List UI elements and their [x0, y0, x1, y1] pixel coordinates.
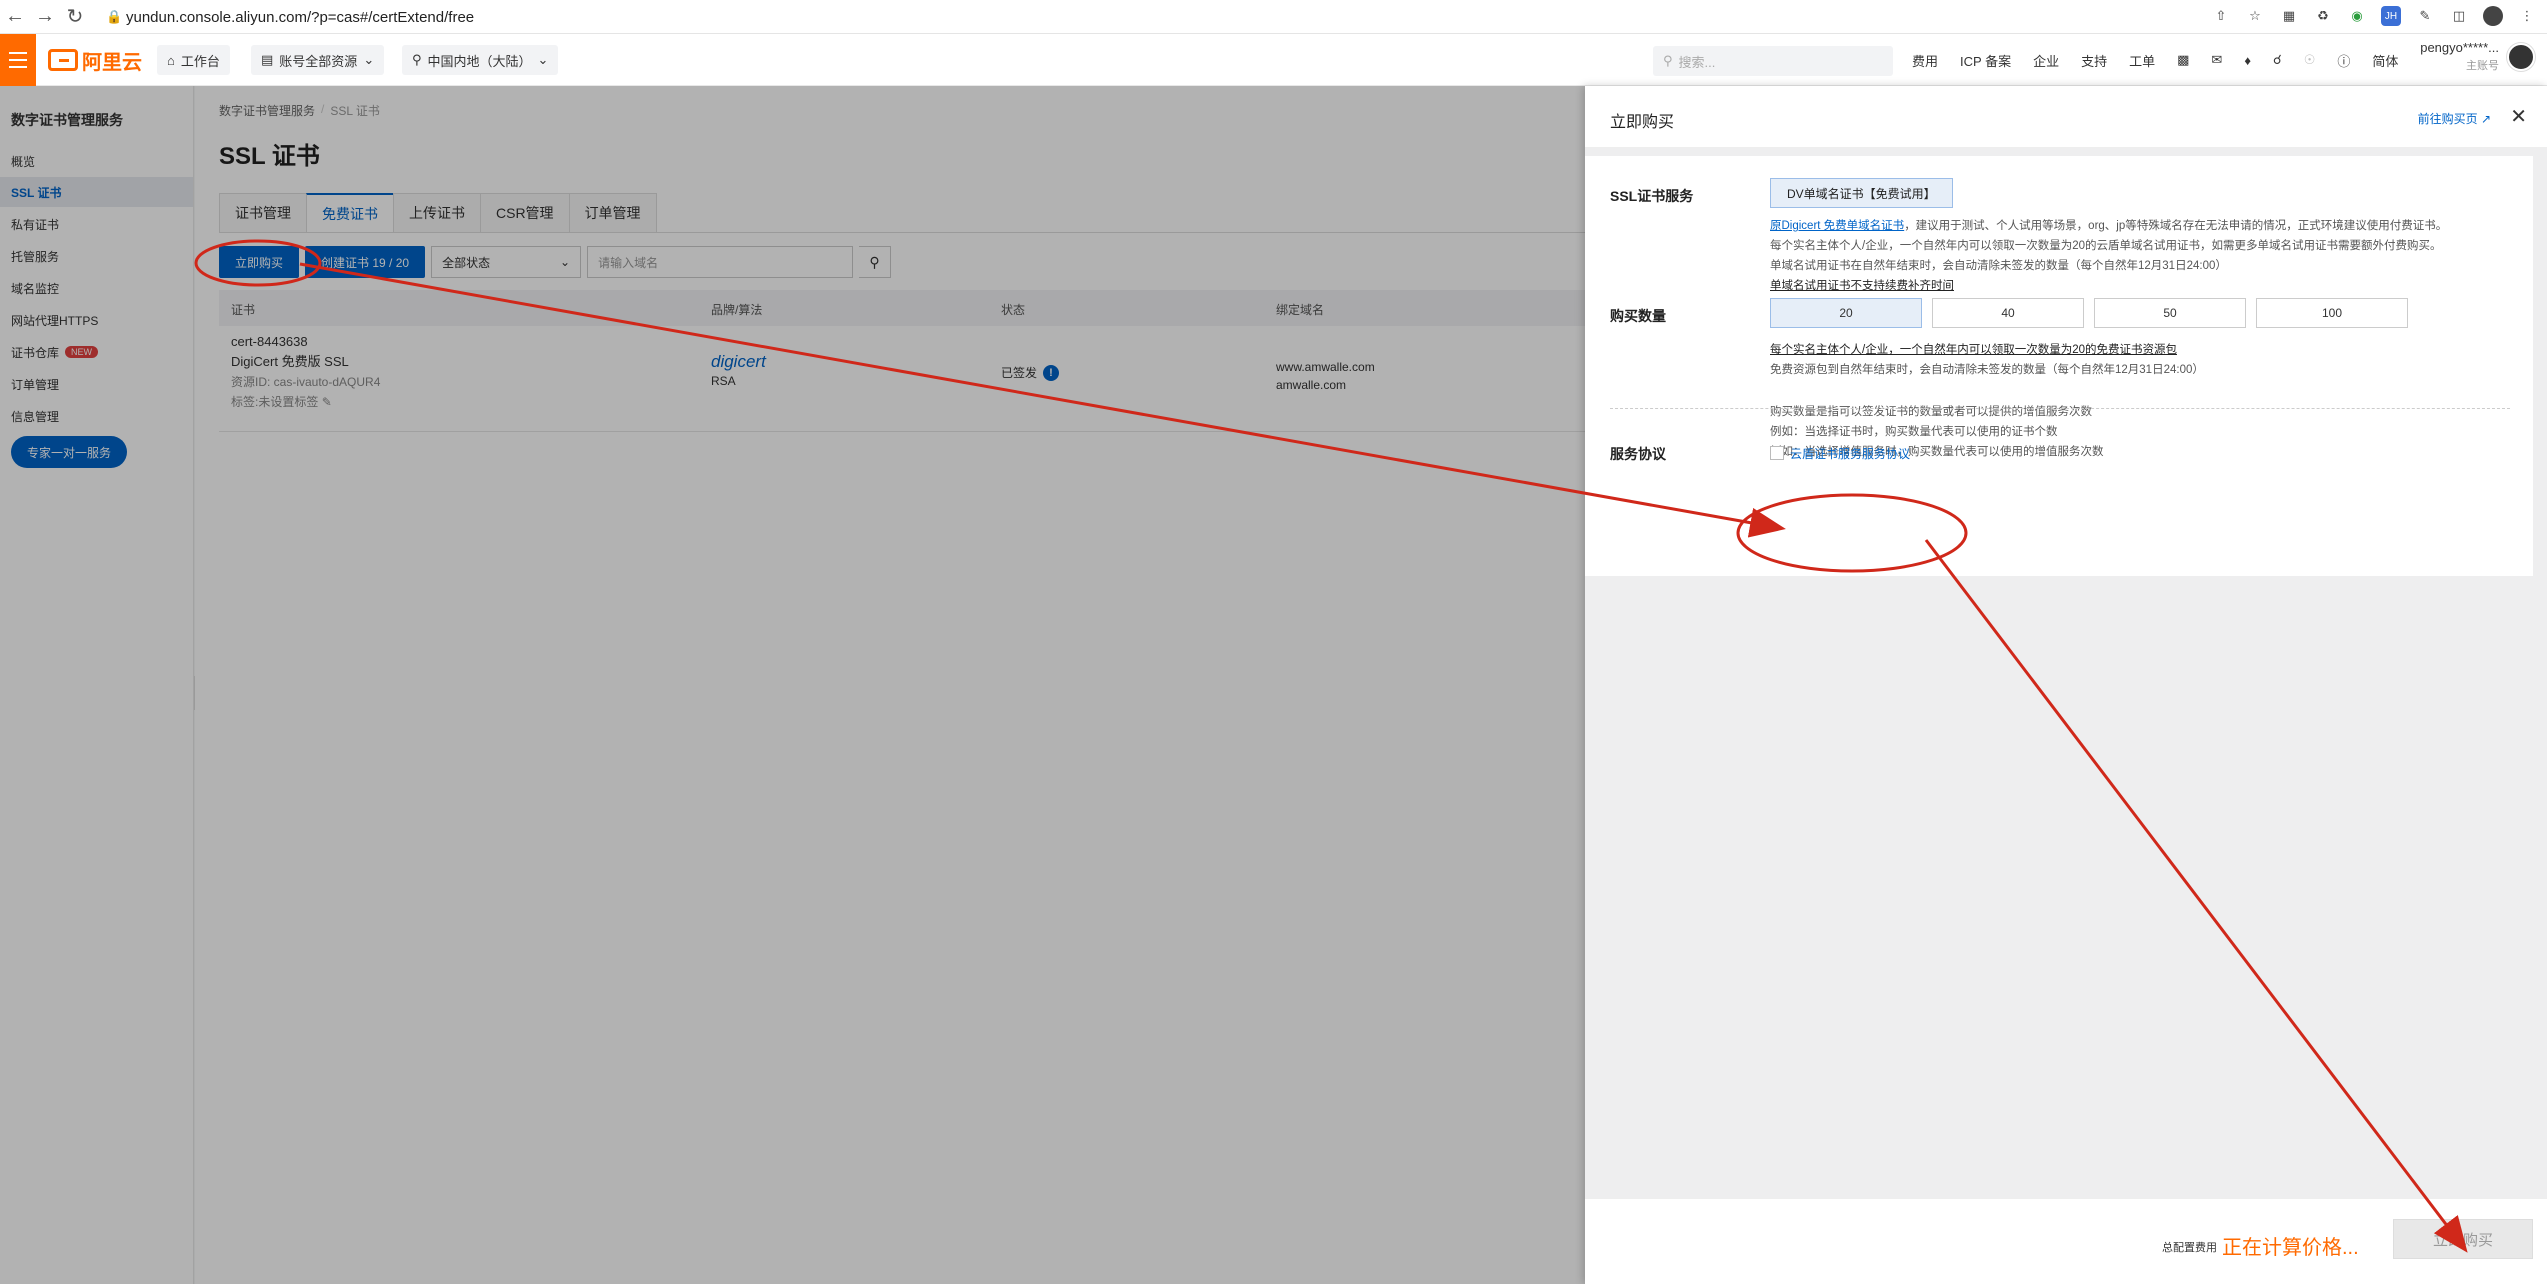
home-icon: ⌂: [167, 52, 175, 68]
workbench-label: 工作台: [180, 53, 220, 69]
goto-buy-page-label: 前往购买页: [2417, 112, 2478, 126]
resources-icon: ▤: [261, 52, 274, 67]
external-link-icon: ↗: [2480, 112, 2491, 126]
fee-label: 总配置费用: [2162, 1242, 2217, 1254]
region-label: 中国内地（大陆）: [427, 53, 532, 69]
digicert-free-link[interactable]: 原Digicert 免费单域名证书: [1770, 220, 1904, 232]
console-topbar: 阿里云 ⌂ 工作台 ▤ 账号全部资源 ⌄ ⚲ 中国内地（大陆） ⌄ ⚲ 搜索..…: [0, 34, 2547, 86]
qty-desc-4: 例如：当选择证书时，购买数量代表可以使用的证书个数: [1770, 426, 2058, 438]
user-role: 主账号: [2466, 60, 2499, 72]
quantity-description: 每个实名主体个人/企业，一个自然年内可以领取一次数量为20的免费证书资源包 免费…: [1770, 340, 2530, 380]
logo-text: 阿里云: [82, 51, 142, 74]
chevron-down-icon: ⌄: [363, 52, 375, 67]
address-bar[interactable]: 🔒 yundun.console.aliyun.com/?p=cas#/cert…: [100, 4, 2250, 30]
quantity-option-100[interactable]: 100: [2256, 298, 2408, 328]
extension-icon[interactable]: ♻: [2313, 6, 2333, 26]
global-search-input[interactable]: ⚲ 搜索...: [1653, 46, 1893, 76]
chevron-down-icon: ⌄: [537, 52, 549, 67]
drawer-footer: 总配置费用 正在计算价格... 立即购买: [1585, 1198, 2547, 1284]
ssl-desc-3: 单域名试用证书在自然年结束时，会自动清除未签发的数量（每个自然年12月31日24…: [1770, 260, 2227, 272]
goto-buy-page-link[interactable]: 前往购买页 ↗: [2418, 110, 2491, 127]
share-icon[interactable]: ⇧: [2211, 6, 2231, 26]
drawer-title: 立即购买: [1610, 114, 1675, 131]
avatar[interactable]: [2507, 42, 2535, 71]
search-placeholder: 搜索...: [1678, 54, 1716, 70]
account-resources-dropdown[interactable]: ▤ 账号全部资源 ⌄: [251, 45, 385, 75]
menu-icon[interactable]: [0, 34, 36, 86]
ssl-option-dv-trial[interactable]: DV单域名证书【免费试用】: [1770, 178, 1953, 208]
ssl-description: 原Digicert 免费单域名证书，建议用于测试、个人试用等场景，org、jp等…: [1770, 216, 2530, 296]
ssl-desc-4: 单域名试用证书不支持续费补齐时间: [1770, 280, 1954, 292]
account-resources-label: 账号全部资源: [279, 53, 358, 69]
back-icon[interactable]: ←: [0, 2, 30, 32]
workbench-button[interactable]: ⌂ 工作台: [157, 45, 230, 75]
extension-blue-icon[interactable]: JH: [2381, 6, 2401, 26]
agreement-label: 服务协议: [1610, 446, 1666, 462]
modal-overlay[interactable]: [0, 86, 1585, 1284]
url-text: yundun.console.aliyun.com/?p=cas#/certEx…: [126, 8, 475, 26]
help-icon[interactable]: ⓘ: [2337, 51, 2350, 70]
location-icon: ⚲: [412, 52, 422, 67]
sidebar-toggle-icon[interactable]: ◫: [2449, 6, 2469, 26]
reload-icon[interactable]: ↻: [60, 2, 90, 32]
more-menu-icon[interactable]: ⋮: [2517, 6, 2537, 26]
topbar-nav: 费用 ICP 备案 企业 支持 工单 ▩ ✉ ♦ ☌ ☉ ⓘ 简体: [1912, 34, 2398, 86]
cloud-shell-icon[interactable]: ▩: [2177, 52, 2189, 68]
ssl-desc-1: ，建议用于测试、个人试用等场景，org、jp等特殊域名存在无法申请的情况，正式环…: [1904, 220, 2448, 232]
drawer-body: SSL证书服务 DV单域名证书【免费试用】 原Digicert 免费单域名证书，…: [1585, 156, 2533, 576]
aliyun-logo[interactable]: 阿里云: [48, 47, 142, 74]
browser-extensions: ⇧ ☆ ▦ ♻ ◉ JH ✎ ◫ ⋮: [2211, 6, 2537, 26]
quantity-label: 购买数量: [1610, 308, 1666, 324]
ssl-service-label: SSL证书服务: [1610, 188, 1694, 204]
forward-icon[interactable]: →: [30, 2, 60, 32]
fee-value: 正在计算价格...: [2222, 1237, 2359, 1259]
section-divider: [1610, 408, 2510, 409]
region-dropdown[interactable]: ⚲ 中国内地（大陆） ⌄: [402, 45, 559, 75]
bookmark-star-icon[interactable]: ☆: [2245, 6, 2265, 26]
quantity-option-20[interactable]: 20: [1770, 298, 1922, 328]
nav-enterprise[interactable]: 企业: [2033, 51, 2059, 70]
quantity-options: 20 40 50 100: [1770, 298, 2408, 328]
qr-icon[interactable]: ▦: [2279, 6, 2299, 26]
aliyun-logo-icon: [48, 49, 78, 71]
lightbulb-icon[interactable]: ☉: [2304, 52, 2316, 68]
browser-toolbar: ← → ↻ 🔒 yundun.console.aliyun.com/?p=cas…: [0, 0, 2547, 34]
close-icon[interactable]: ✕: [2510, 104, 2527, 129]
language-switch[interactable]: 简体: [2372, 51, 2398, 70]
message-icon[interactable]: ✉: [2211, 52, 2222, 68]
cart-icon[interactable]: ☌: [2273, 52, 2282, 68]
agreement-checkbox[interactable]: [1770, 446, 1784, 460]
nav-ticket[interactable]: 工单: [2129, 51, 2155, 70]
agreement-link[interactable]: 云盾证书服务服务协议: [1790, 445, 1910, 462]
drawer-buy-button[interactable]: 立即购买: [2393, 1219, 2533, 1259]
drawer-header: 立即购买 前往购买页 ↗ ✕: [1585, 86, 2547, 148]
bell-icon[interactable]: ♦: [2244, 53, 2251, 68]
extension-green-icon[interactable]: ◉: [2347, 6, 2367, 26]
puzzle-icon[interactable]: ✎: [2415, 6, 2435, 26]
quantity-option-50[interactable]: 50: [2094, 298, 2246, 328]
nav-fee[interactable]: 费用: [1912, 51, 1938, 70]
qty-desc-1: 每个实名主体个人/企业，一个自然年内可以领取一次数量为20的免费证书资源包: [1770, 344, 2177, 356]
profile-icon[interactable]: [2483, 6, 2503, 26]
username: pengyo*****...: [2420, 40, 2499, 55]
ssl-desc-2: 每个实名主体个人/企业，一个自然年内可以领取一次数量为20的云盾单域名试用证书，…: [1770, 240, 2442, 252]
lock-icon: 🔒: [106, 9, 123, 24]
quantity-option-40[interactable]: 40: [1932, 298, 2084, 328]
qty-desc-2: 免费资源包到自然年结束时，会自动清除未签发的数量（每个自然年12月31日24:0…: [1770, 364, 2204, 376]
nav-icp[interactable]: ICP 备案: [1960, 51, 2011, 70]
user-menu[interactable]: pengyo*****... 主账号: [2420, 40, 2535, 73]
nav-support[interactable]: 支持: [2081, 51, 2107, 70]
search-icon: ⚲: [1663, 53, 1673, 68]
buy-drawer: 立即购买 前往购买页 ↗ ✕ SSL证书服务 DV单域名证书【免费试用】 原Di…: [1585, 86, 2547, 1284]
